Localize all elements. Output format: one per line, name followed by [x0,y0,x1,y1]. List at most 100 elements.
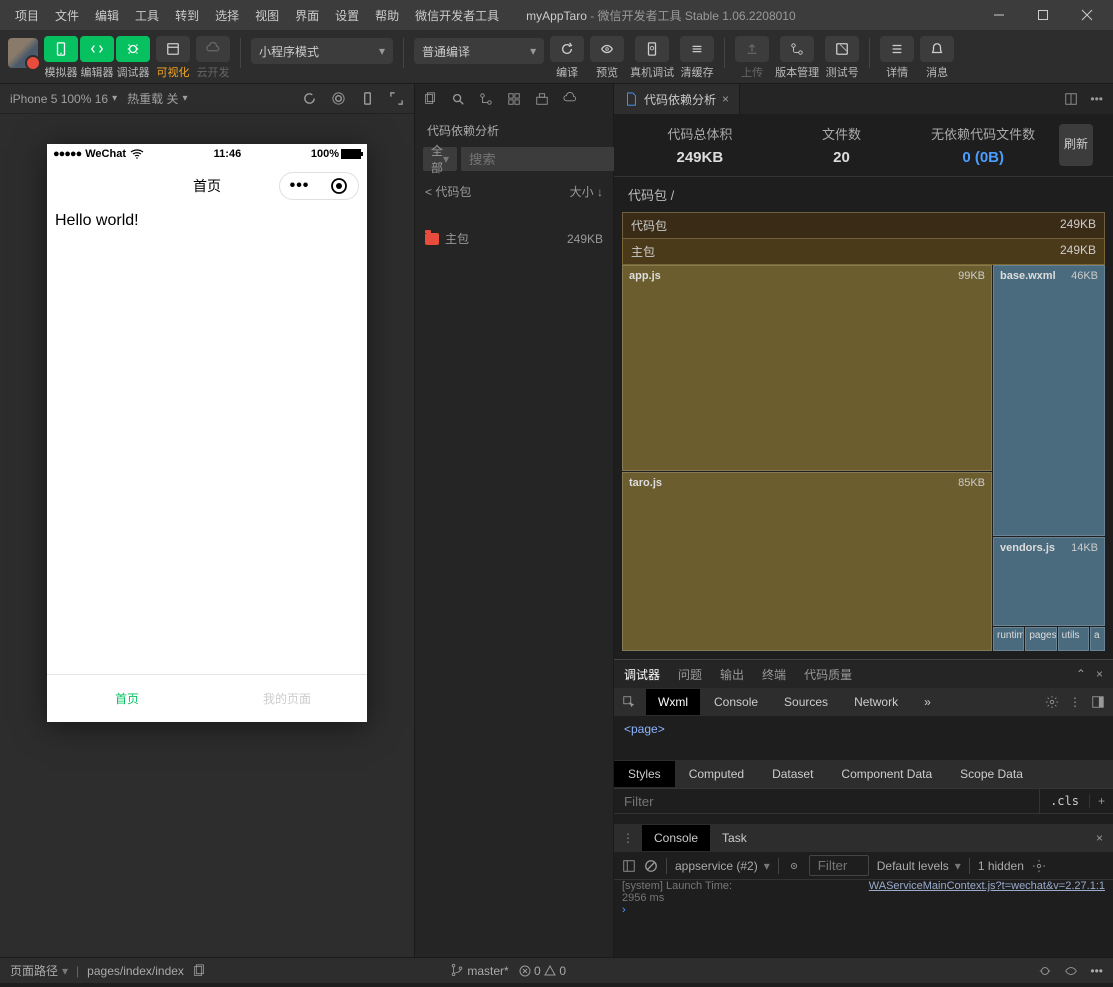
tab-home[interactable]: 首页 [47,675,207,722]
device-dropdown[interactable]: iPhone 5 100% 16 [10,92,117,106]
simulator-button[interactable] [44,36,78,62]
page-path-dropdown[interactable]: 页面路径 ▾ [10,962,68,979]
refresh-button[interactable]: 刷新 [1059,124,1093,166]
detail-button[interactable] [880,36,914,62]
toptab-debugger[interactable]: 调试器 [624,666,660,683]
menu-settings[interactable]: 设置 [328,3,366,28]
drawer-close-button[interactable]: × [1096,831,1113,845]
context-dropdown[interactable]: appservice (#2) ▾ [675,859,770,873]
debugger-button[interactable] [116,36,150,62]
chevron-up-icon[interactable]: ⌃ [1076,667,1086,681]
problems-indicator[interactable]: 0 0 [519,964,566,978]
menu-view[interactable]: 视图 [248,3,286,28]
eye-icon[interactable] [1064,964,1078,978]
stab-component[interactable]: Component Data [827,761,946,787]
livereload-icon[interactable] [787,859,801,873]
tab-wxml[interactable]: Wxml [646,689,700,715]
tab-mine[interactable]: 我的页面 [207,675,367,722]
realdebug-button[interactable] [635,36,669,62]
tm-file-app[interactable]: app.js99KB [622,265,992,471]
tab-dependency-analysis[interactable]: 代码依赖分析 × [614,84,740,114]
menu-ui[interactable]: 界面 [288,3,326,28]
cloud-func-icon[interactable] [563,92,577,106]
expand-icon[interactable] [389,91,404,106]
stab-computed[interactable]: Computed [675,761,758,787]
tab-console[interactable]: Console [702,689,770,715]
testnum-button[interactable] [825,36,859,62]
menu-goto[interactable]: 转到 [168,3,206,28]
panel-close-icon[interactable]: × [1096,667,1103,681]
menu-edit[interactable]: 编辑 [88,3,126,28]
console-prompt-icon[interactable]: › [622,904,626,916]
extension-icon[interactable] [507,92,521,106]
tree-item-main[interactable]: 主包 249KB [415,226,613,251]
tm-main[interactable]: 主包249KB [622,239,1105,265]
treemap-breadcrumb[interactable]: 代码包 / [614,177,1113,212]
bug-icon[interactable] [1038,964,1052,978]
menu-help[interactable]: 帮助 [368,3,406,28]
drawer-task[interactable]: Task [710,825,759,851]
hotreload-dropdown[interactable]: 热重载 关 [127,90,187,107]
settings-icon[interactable] [1045,695,1059,709]
split-icon[interactable] [1064,92,1078,106]
git-icon[interactable] [479,92,493,106]
menu-tools[interactable]: 工具 [128,3,166,28]
message-button[interactable] [920,36,954,62]
stat-nodep-value[interactable]: 0 (0B) [917,149,1049,166]
elements-tree[interactable]: <page> [614,716,1113,760]
preview-button[interactable] [590,36,624,62]
close-button[interactable] [1069,3,1105,27]
build-icon[interactable] [535,92,549,106]
user-avatar[interactable] [8,38,38,68]
cls-button[interactable]: .cls [1039,789,1089,813]
git-branch[interactable]: master* [450,963,509,978]
more-icon[interactable]: ••• [1090,92,1103,106]
capsule-menu-button[interactable]: ••• [280,177,319,195]
menu-wxdev[interactable]: 微信开发者工具 [408,3,506,28]
tm-file-small[interactable]: utils [1058,627,1089,651]
search-icon[interactable] [451,92,465,106]
drawer-grip-icon[interactable]: ⋮ [614,831,642,845]
tm-file-base[interactable]: base.wxml46KB [993,265,1105,536]
status-more-icon[interactable]: ••• [1090,964,1103,978]
console-output[interactable]: [system] Launch Time: WAServiceMainConte… [614,880,1113,916]
record-icon[interactable] [331,91,346,106]
menu-project[interactable]: 项目 [8,3,46,28]
console-filter-input[interactable] [809,855,869,876]
tab-close-button[interactable]: × [722,92,729,106]
device-icon[interactable] [360,91,375,106]
inspect-icon[interactable] [614,695,644,709]
page-path-value[interactable]: pages/index/index [87,964,206,978]
cloud-button[interactable] [196,36,230,62]
minimize-button[interactable] [981,3,1017,27]
dock-icon[interactable] [1091,695,1105,709]
levels-dropdown[interactable]: Default levels ▾ [877,859,961,873]
dots-icon[interactable]: ⋮ [1069,695,1081,709]
maximize-button[interactable] [1025,3,1061,27]
compile-dropdown[interactable]: 普通编译 [414,38,544,64]
stab-styles[interactable]: Styles [614,761,675,787]
mode-dropdown[interactable]: 小程序模式 [251,38,393,64]
compile-button[interactable] [550,36,584,62]
tm-file-taro[interactable]: taro.js85KB [622,472,992,651]
capsule-close-button[interactable] [319,177,358,195]
stab-scope[interactable]: Scope Data [946,761,1037,787]
console-clear-icon[interactable] [644,859,658,873]
tm-file-small[interactable]: runtim [993,627,1024,651]
new-style-button[interactable]: + [1089,794,1113,808]
log-source-link[interactable]: WAServiceMainContext.js?t=wechat&v=2.27.… [869,880,1105,892]
copy-icon[interactable] [423,92,437,106]
console-sidebar-icon[interactable] [622,859,636,873]
menu-file[interactable]: 文件 [48,3,86,28]
upload-button[interactable] [735,36,769,62]
toptab-terminal[interactable]: 终端 [762,666,786,683]
tab-sources[interactable]: Sources [772,689,840,715]
tree-columns[interactable]: < 代码包 大小 ↓ [415,179,613,204]
menu-select[interactable]: 选择 [208,3,246,28]
rotate-icon[interactable] [302,91,317,106]
styles-filter-input[interactable] [614,789,1039,813]
drawer-console[interactable]: Console [642,825,710,851]
visual-button[interactable] [156,36,190,62]
tab-network[interactable]: Network [842,689,910,715]
hidden-count[interactable]: 1 hidden [978,859,1024,873]
